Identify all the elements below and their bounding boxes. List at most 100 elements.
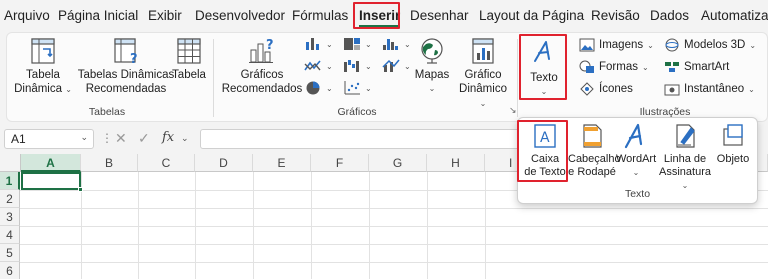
row-header-4[interactable]: 4 [0, 226, 20, 244]
svg-text:A: A [540, 130, 550, 146]
active-cell[interactable] [21, 172, 81, 190]
tabela-dinamica-button[interactable]: Tabela Dinâmica ⌄ [13, 36, 73, 97]
hierarchy-chart-button[interactable]: ⌄ [343, 35, 372, 53]
dialog-launcher-icon[interactable]: ↘ [509, 105, 517, 116]
group-separator [213, 39, 214, 117]
row-header-3[interactable]: 3 [0, 208, 20, 226]
pivot-chart-icon [472, 38, 494, 64]
tab-desenhar[interactable]: Desenhar [410, 8, 469, 23]
tab-desenvolvedor[interactable]: Desenvolvedor [195, 8, 285, 23]
chevron-down-icon: ⌄ [404, 39, 411, 49]
grafico-dinamico-label-2: Dinâmico [459, 83, 507, 95]
tab-dados[interactable]: Dados [650, 8, 689, 23]
row-header-6[interactable]: 6 [0, 262, 20, 279]
scatter-chart-icon [344, 81, 360, 95]
column-header-g[interactable]: G [369, 154, 427, 172]
icons-icon [580, 82, 594, 96]
column-chart-button[interactable]: ⌄ [304, 35, 333, 53]
formas-label: Formas [599, 61, 638, 73]
text-a-icon [534, 41, 550, 62]
chevron-down-icon: ⌄ [181, 133, 189, 143]
header-footer-icon [583, 124, 602, 148]
smartart-icon [665, 62, 679, 72]
cabecalho-rodape-button[interactable]: Cabeçalho e Rodapé [568, 122, 621, 179]
fill-handle[interactable] [78, 187, 83, 192]
wordart-icon [624, 123, 643, 149]
caixa-de-texto-label-2: de Texto [524, 166, 566, 178]
formas-button[interactable]: Formas ⌄ [579, 58, 649, 76]
caixa-de-texto-button[interactable]: A Caixa de Texto [522, 122, 568, 179]
gridline [369, 172, 370, 279]
gridline [195, 172, 196, 279]
recommended-charts-icon: ? [249, 38, 274, 63]
tab-arquivo[interactable]: Arquivo [4, 8, 50, 23]
chevron-down-icon: ⌄ [428, 84, 436, 93]
chevron-down-icon: ⌄ [647, 40, 654, 50]
image-icon [579, 38, 595, 52]
objeto-label: Objeto [716, 153, 750, 165]
imagens-button[interactable]: Imagens ⌄ [579, 36, 654, 54]
svg-text:?: ? [130, 52, 138, 66]
wordart-button[interactable]: WordArt ⌄ [616, 122, 656, 179]
select-all-corner[interactable] [0, 154, 21, 172]
tabelas-dinamicas-recomendadas-button[interactable]: ? Tabelas Dinâmicas Recomendadas [77, 36, 175, 96]
chevron-down-icon: ⌄ [365, 61, 372, 71]
treemap-chart-icon [344, 38, 360, 50]
cabecalho-rodape-label-2: e Rodapé [568, 166, 616, 178]
icones-button[interactable]: Ícones [579, 80, 633, 98]
modelos-3d-button[interactable]: Modelos 3D ⌄ [664, 36, 756, 54]
tab-formulas[interactable]: Fórmulas [292, 8, 348, 23]
tab-pagina-inicial[interactable]: Página Inicial [58, 8, 138, 23]
line-chart-button[interactable]: ⌄ [304, 57, 333, 75]
signature-line-icon [676, 124, 695, 148]
column-header-e[interactable]: E [253, 154, 311, 172]
gridline [138, 172, 139, 279]
imagens-label: Imagens [599, 39, 644, 51]
tab-exibir[interactable]: Exibir [148, 8, 182, 23]
grafico-dinamico-button[interactable]: Gráfico Dinâmico ⌄ [455, 36, 511, 111]
row-header-2[interactable]: 2 [0, 190, 20, 208]
histogram-chart-icon [383, 39, 398, 50]
tabela-button[interactable]: Tabela [169, 36, 209, 82]
column-header-b[interactable]: B [81, 154, 138, 172]
instantaneo-button[interactable]: Instantâneo ⌄ [664, 80, 755, 98]
statistic-chart-button[interactable]: ⌄ [382, 35, 411, 53]
column-header-h[interactable]: H [427, 154, 485, 172]
tab-automatizar[interactable]: Automatiza [701, 8, 768, 23]
texto-button[interactable]: Texto ⌄ [521, 39, 567, 99]
mapas-button[interactable]: Mapas ⌄ [412, 36, 452, 96]
column-chart-icon [306, 38, 319, 50]
column-header-c[interactable]: C [138, 154, 195, 172]
pie-chart-button[interactable]: ⌄ [304, 79, 333, 97]
waterfall-chart-button[interactable]: ⌄ [343, 57, 372, 75]
combo-chart-button[interactable]: ⌄ [382, 57, 411, 75]
row-header-1[interactable]: 1 [0, 172, 20, 190]
dropdown-group-label: Texto [624, 188, 651, 200]
tab-layout-da-pagina[interactable]: Layout da Página [479, 8, 584, 23]
pivot-table-icon [31, 38, 55, 64]
formula-input[interactable] [200, 129, 520, 149]
scatter-chart-button[interactable]: ⌄ [343, 79, 372, 97]
gridline [20, 262, 768, 263]
name-box[interactable]: A1 ⌄ [4, 129, 94, 149]
smartart-button[interactable]: SmartArt [664, 58, 729, 76]
linha-de-assinatura-button[interactable]: Linha de Assinatura ⌄ [658, 122, 712, 192]
grafico-dinamico-label-1: Gráfico [464, 69, 502, 81]
cancel-icon[interactable]: ✕ [115, 130, 127, 147]
row-header-5[interactable]: 5 [0, 244, 20, 262]
column-header-f[interactable]: F [311, 154, 369, 172]
check-icon[interactable]: ✓ [138, 130, 150, 147]
column-header-a[interactable]: A [21, 154, 81, 172]
more-options-icon: ⋮ [101, 131, 113, 145]
svg-text:?: ? [266, 38, 274, 53]
objeto-button[interactable]: Objeto [712, 122, 754, 166]
column-header-d[interactable]: D [195, 154, 253, 172]
tabelas-dinamicas-label-1: Tabelas Dinâmicas [77, 69, 175, 81]
fx-icon[interactable]: fx [162, 130, 174, 145]
tab-revisao[interactable]: Revisão [591, 8, 640, 23]
graficos-recomendados-button[interactable]: ? Gráficos Recomendados [221, 36, 303, 96]
tab-inserir[interactable]: Inserir [359, 8, 401, 28]
shapes-icon [579, 60, 594, 73]
chevron-down-icon: ⌄ [80, 132, 88, 142]
cube-3d-icon [665, 38, 679, 52]
